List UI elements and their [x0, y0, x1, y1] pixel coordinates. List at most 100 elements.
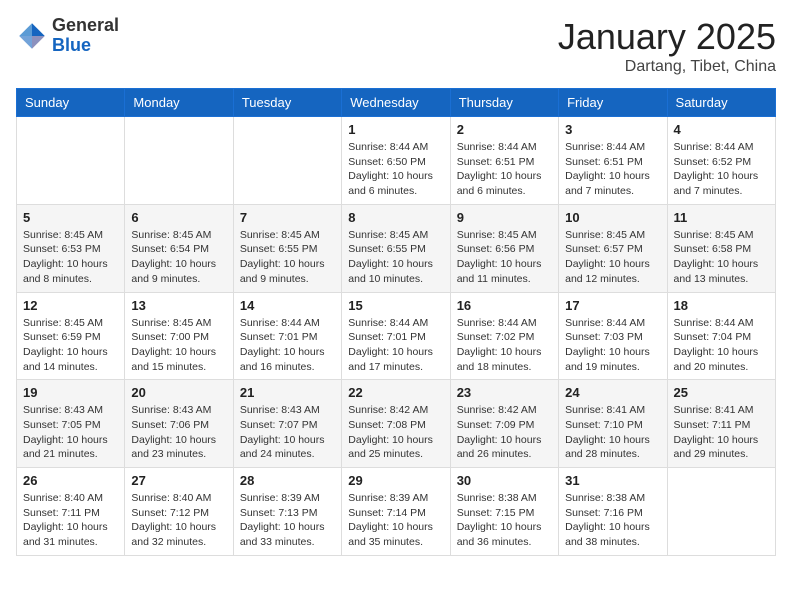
day-info: Sunrise: 8:43 AM Sunset: 7:07 PM Dayligh…	[240, 403, 335, 462]
calendar-header-saturday: Saturday	[667, 89, 775, 117]
day-number: 21	[240, 385, 335, 400]
calendar-cell: 31 Sunrise: 8:38 AM Sunset: 7:16 PM Dayli…	[559, 468, 667, 556]
day-number: 23	[457, 385, 552, 400]
day-number: 12	[23, 298, 118, 313]
calendar-cell: 3 Sunrise: 8:44 AM Sunset: 6:51 PM Daylig…	[559, 117, 667, 205]
day-info: Sunrise: 8:44 AM Sunset: 7:04 PM Dayligh…	[674, 316, 769, 375]
day-info: Sunrise: 8:45 AM Sunset: 6:53 PM Dayligh…	[23, 228, 118, 287]
day-info: Sunrise: 8:45 AM Sunset: 7:00 PM Dayligh…	[131, 316, 226, 375]
calendar-cell: 29 Sunrise: 8:39 AM Sunset: 7:14 PM Dayli…	[342, 468, 450, 556]
day-number: 30	[457, 473, 552, 488]
calendar-header-thursday: Thursday	[450, 89, 558, 117]
calendar-cell: 22 Sunrise: 8:42 AM Sunset: 7:08 PM Dayli…	[342, 380, 450, 468]
calendar-cell: 11 Sunrise: 8:45 AM Sunset: 6:58 PM Dayli…	[667, 204, 775, 292]
day-info: Sunrise: 8:45 AM Sunset: 6:55 PM Dayligh…	[240, 228, 335, 287]
calendar-cell: 26Sunrise: 8:40 AM Sunset: 7:11 PM Dayli…	[17, 468, 125, 556]
day-info: Sunrise: 8:44 AM Sunset: 6:52 PM Dayligh…	[674, 140, 769, 199]
day-number: 11	[674, 210, 769, 225]
calendar-cell: 13Sunrise: 8:45 AM Sunset: 7:00 PM Dayli…	[125, 292, 233, 380]
day-number: 6	[131, 210, 226, 225]
day-number: 10	[565, 210, 660, 225]
calendar-cell: 21 Sunrise: 8:43 AM Sunset: 7:07 PM Dayli…	[233, 380, 341, 468]
calendar-cell: 28Sunrise: 8:39 AM Sunset: 7:13 PM Dayli…	[233, 468, 341, 556]
calendar-cell: 20 Sunrise: 8:43 AM Sunset: 7:06 PM Dayli…	[125, 380, 233, 468]
day-number: 16	[457, 298, 552, 313]
day-info: Sunrise: 8:45 AM Sunset: 6:57 PM Dayligh…	[565, 228, 660, 287]
day-info: Sunrise: 8:39 AM Sunset: 7:14 PM Dayligh…	[348, 491, 443, 550]
calendar-cell: 17 Sunrise: 8:44 AM Sunset: 7:03 PM Dayli…	[559, 292, 667, 380]
day-number: 31	[565, 473, 660, 488]
logo-blue-text: Blue	[52, 35, 91, 55]
day-info: Sunrise: 8:38 AM Sunset: 7:15 PM Dayligh…	[457, 491, 552, 550]
day-info: Sunrise: 8:42 AM Sunset: 7:08 PM Dayligh…	[348, 403, 443, 462]
calendar-cell: 30 Sunrise: 8:38 AM Sunset: 7:15 PM Dayli…	[450, 468, 558, 556]
logo-text: General Blue	[52, 16, 119, 56]
calendar-cell: 1Sunrise: 8:44 AM Sunset: 6:50 PM Daylig…	[342, 117, 450, 205]
calendar-cell: 4 Sunrise: 8:44 AM Sunset: 6:52 PM Daylig…	[667, 117, 775, 205]
calendar-header-friday: Friday	[559, 89, 667, 117]
month-title: January 2025	[558, 16, 776, 58]
day-info: Sunrise: 8:41 AM Sunset: 7:11 PM Dayligh…	[674, 403, 769, 462]
day-info: Sunrise: 8:45 AM Sunset: 6:58 PM Dayligh…	[674, 228, 769, 287]
location: Dartang, Tibet, China	[558, 58, 776, 76]
calendar-week-row: 12Sunrise: 8:45 AM Sunset: 6:59 PM Dayli…	[17, 292, 776, 380]
calendar-cell: 5 Sunrise: 8:45 AM Sunset: 6:53 PM Daylig…	[17, 204, 125, 292]
calendar-week-row: 1Sunrise: 8:44 AM Sunset: 6:50 PM Daylig…	[17, 117, 776, 205]
day-info: Sunrise: 8:45 AM Sunset: 6:56 PM Dayligh…	[457, 228, 552, 287]
day-number: 4	[674, 122, 769, 137]
day-info: Sunrise: 8:44 AM Sunset: 6:51 PM Dayligh…	[457, 140, 552, 199]
day-info: Sunrise: 8:38 AM Sunset: 7:16 PM Dayligh…	[565, 491, 660, 550]
day-info: Sunrise: 8:43 AM Sunset: 7:06 PM Dayligh…	[131, 403, 226, 462]
day-info: Sunrise: 8:44 AM Sunset: 7:01 PM Dayligh…	[240, 316, 335, 375]
day-info: Sunrise: 8:42 AM Sunset: 7:09 PM Dayligh…	[457, 403, 552, 462]
day-info: Sunrise: 8:40 AM Sunset: 7:11 PM Dayligh…	[23, 491, 118, 550]
calendar-cell: 10 Sunrise: 8:45 AM Sunset: 6:57 PM Dayli…	[559, 204, 667, 292]
day-number: 18	[674, 298, 769, 313]
calendar-cell	[17, 117, 125, 205]
day-number: 20	[131, 385, 226, 400]
day-info: Sunrise: 8:41 AM Sunset: 7:10 PM Dayligh…	[565, 403, 660, 462]
calendar-week-row: 19 Sunrise: 8:43 AM Sunset: 7:05 PM Dayli…	[17, 380, 776, 468]
calendar-cell: 2 Sunrise: 8:44 AM Sunset: 6:51 PM Daylig…	[450, 117, 558, 205]
day-number: 24	[565, 385, 660, 400]
calendar-cell: 27Sunrise: 8:40 AM Sunset: 7:12 PM Dayli…	[125, 468, 233, 556]
day-info: Sunrise: 8:39 AM Sunset: 7:13 PM Dayligh…	[240, 491, 335, 550]
day-info: Sunrise: 8:44 AM Sunset: 7:02 PM Dayligh…	[457, 316, 552, 375]
calendar-cell: 8 Sunrise: 8:45 AM Sunset: 6:55 PM Daylig…	[342, 204, 450, 292]
calendar-header-row: SundayMondayTuesdayWednesdayThursdayFrid…	[17, 89, 776, 117]
day-number: 7	[240, 210, 335, 225]
calendar-cell: 7 Sunrise: 8:45 AM Sunset: 6:55 PM Daylig…	[233, 204, 341, 292]
calendar-cell: 9 Sunrise: 8:45 AM Sunset: 6:56 PM Daylig…	[450, 204, 558, 292]
calendar-cell	[667, 468, 775, 556]
logo-general-text: General	[52, 15, 119, 35]
calendar-cell: 25 Sunrise: 8:41 AM Sunset: 7:11 PM Dayli…	[667, 380, 775, 468]
day-info: Sunrise: 8:43 AM Sunset: 7:05 PM Dayligh…	[23, 403, 118, 462]
calendar-header-wednesday: Wednesday	[342, 89, 450, 117]
day-number: 29	[348, 473, 443, 488]
day-number: 17	[565, 298, 660, 313]
day-number: 2	[457, 122, 552, 137]
calendar-cell: 16 Sunrise: 8:44 AM Sunset: 7:02 PM Dayli…	[450, 292, 558, 380]
calendar-cell: 23 Sunrise: 8:42 AM Sunset: 7:09 PM Dayli…	[450, 380, 558, 468]
day-info: Sunrise: 8:45 AM Sunset: 6:55 PM Dayligh…	[348, 228, 443, 287]
calendar-cell: 15Sunrise: 8:44 AM Sunset: 7:01 PM Dayli…	[342, 292, 450, 380]
day-number: 22	[348, 385, 443, 400]
day-info: Sunrise: 8:44 AM Sunset: 6:51 PM Dayligh…	[565, 140, 660, 199]
day-number: 3	[565, 122, 660, 137]
day-number: 5	[23, 210, 118, 225]
calendar-cell: 14Sunrise: 8:44 AM Sunset: 7:01 PM Dayli…	[233, 292, 341, 380]
day-number: 27	[131, 473, 226, 488]
day-number: 19	[23, 385, 118, 400]
calendar-cell	[233, 117, 341, 205]
calendar-cell: 24 Sunrise: 8:41 AM Sunset: 7:10 PM Dayli…	[559, 380, 667, 468]
day-number: 25	[674, 385, 769, 400]
calendar-week-row: 5 Sunrise: 8:45 AM Sunset: 6:53 PM Daylig…	[17, 204, 776, 292]
day-info: Sunrise: 8:45 AM Sunset: 6:54 PM Dayligh…	[131, 228, 226, 287]
day-number: 9	[457, 210, 552, 225]
day-number: 8	[348, 210, 443, 225]
calendar-header-tuesday: Tuesday	[233, 89, 341, 117]
calendar-week-row: 26Sunrise: 8:40 AM Sunset: 7:11 PM Dayli…	[17, 468, 776, 556]
logo-icon	[16, 20, 48, 52]
day-number: 1	[348, 122, 443, 137]
day-info: Sunrise: 8:44 AM Sunset: 7:03 PM Dayligh…	[565, 316, 660, 375]
